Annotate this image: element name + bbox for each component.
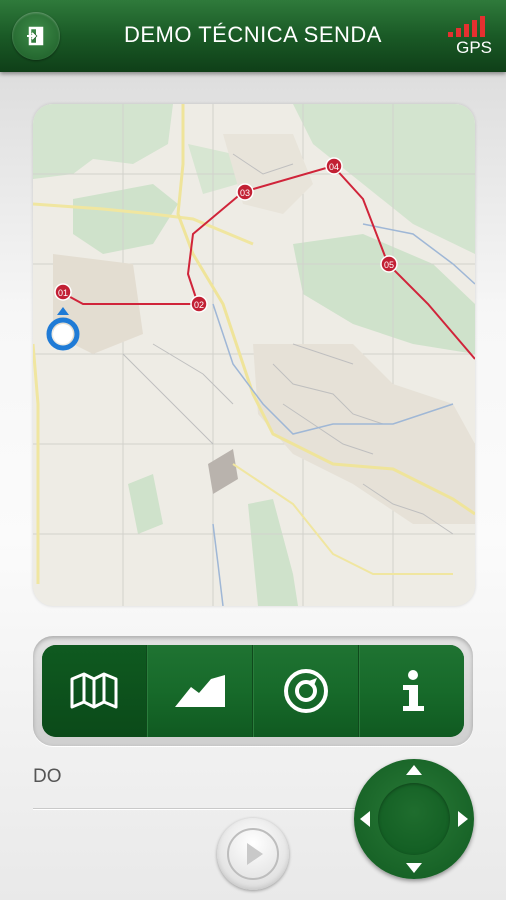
waypoint-04[interactable]: 04 xyxy=(325,157,343,175)
direction-pad-center[interactable] xyxy=(378,783,450,855)
map-icon xyxy=(70,672,118,709)
direction-pad[interactable] xyxy=(354,759,474,879)
svg-text:01: 01 xyxy=(58,288,68,298)
signal-bars-icon xyxy=(448,16,485,37)
tab-elevation[interactable] xyxy=(147,645,253,737)
route-name-label: DO xyxy=(33,766,62,787)
gps-indicator: GPS xyxy=(446,14,492,58)
elevation-profile-icon xyxy=(175,675,225,707)
tab-map[interactable] xyxy=(42,645,147,737)
svg-text:03: 03 xyxy=(240,188,250,198)
divider xyxy=(33,808,363,809)
waypoint-01[interactable]: 01 xyxy=(54,283,72,301)
svg-text:02: 02 xyxy=(194,300,204,310)
gps-label: GPS xyxy=(456,38,492,57)
arrow-down-icon[interactable] xyxy=(406,863,422,873)
play-button[interactable] xyxy=(217,818,289,890)
play-icon xyxy=(227,828,279,880)
map-canvas[interactable]: 01 02 03 04 05 xyxy=(33,104,475,606)
info-icon xyxy=(403,670,424,711)
svg-text:04: 04 xyxy=(329,162,339,172)
arrow-left-icon[interactable] xyxy=(360,811,370,827)
waypoint-03[interactable]: 03 xyxy=(236,183,254,201)
map-view[interactable]: 01 02 03 04 05 xyxy=(33,104,475,606)
tab-compass[interactable] xyxy=(253,645,359,737)
page-title: DEMO TÉCNICA SENDA xyxy=(124,22,382,47)
compass-target-icon xyxy=(284,669,328,713)
tab-info[interactable] xyxy=(359,645,464,737)
tab-bar xyxy=(42,645,464,737)
arrow-up-icon[interactable] xyxy=(406,765,422,775)
top-bar: DEMO TÉCNICA SENDA GPS xyxy=(0,0,506,72)
waypoint-02[interactable]: 02 xyxy=(190,295,208,313)
svg-text:05: 05 xyxy=(384,260,394,270)
waypoint-05[interactable]: 05 xyxy=(380,255,398,273)
arrow-right-icon[interactable] xyxy=(458,811,468,827)
